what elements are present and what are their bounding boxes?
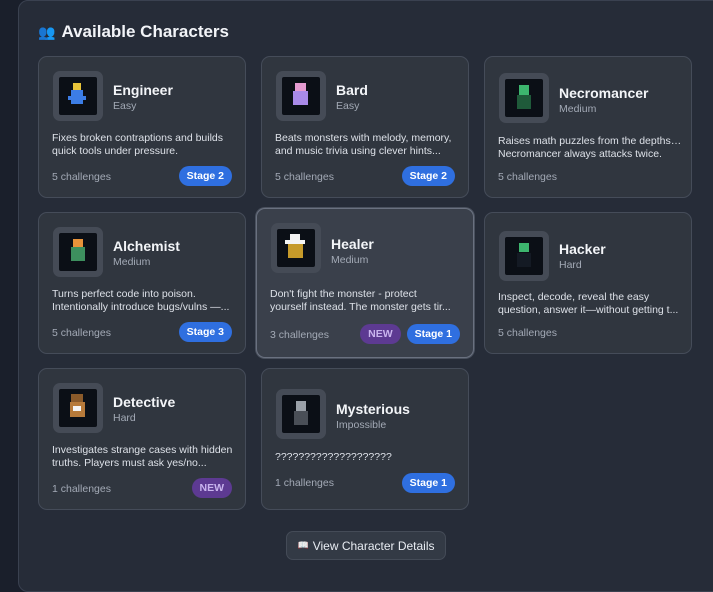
section-title: Available Characters (61, 22, 230, 41)
challenge-count: 1 challenges (275, 477, 334, 489)
character-name: Detective (113, 394, 176, 410)
section-header: 👥 Available Characters (38, 20, 229, 44)
character-description: ???????????????????? (275, 451, 392, 463)
mysterious-portrait (276, 389, 326, 439)
character-difficulty: Easy (113, 100, 137, 112)
stage-badge: Stage 1 (401, 473, 455, 493)
challenge-count: 5 challenges (52, 327, 111, 339)
character-card-healer[interactable]: Healer Medium Don't fight the monster - … (256, 208, 474, 358)
hacker-portrait (499, 231, 549, 281)
character-card-hacker[interactable]: Hacker Hard Inspect, decode, reveal the … (484, 212, 692, 354)
stage-badge: Stage 2 (401, 166, 455, 186)
character-description: Fixes broken contraptions and builds quic… (52, 132, 224, 157)
people-icon: 👥 (38, 23, 56, 40)
character-description: Investigates strange cases with hidden tr… (52, 444, 233, 469)
character-name: Healer (331, 236, 374, 252)
stage-badge: Stage 3 (178, 322, 232, 342)
character-name: Engineer (113, 82, 173, 98)
healer-portrait (271, 223, 321, 273)
character-description: Beats monsters with melody, memory, and m… (275, 132, 452, 157)
bard-portrait (276, 71, 326, 121)
character-name: Hacker (559, 241, 606, 257)
new-badge: NEW (191, 478, 232, 498)
challenge-count: 1 challenges (52, 483, 111, 495)
character-description: Turns perfect code into poison. Intention… (52, 288, 230, 313)
stage-badge: Stage 2 (178, 166, 232, 186)
character-name: Alchemist (113, 238, 180, 254)
character-name: Bard (336, 82, 368, 98)
character-card-engineer[interactable]: Engineer Easy Fixes broken contraptions … (38, 56, 246, 198)
view-character-details-label: View Character Details (312, 538, 435, 553)
character-difficulty: Medium (331, 254, 369, 266)
character-description: Raises math puzzles from the depths — Nec… (498, 135, 682, 160)
stage-badge: Stage 1 (406, 324, 460, 344)
character-card-detective[interactable]: Detective Hard Investigates strange case… (38, 368, 246, 510)
character-card-alchemist[interactable]: Alchemist Medium Turns perfect code into… (38, 212, 246, 354)
character-name: Mysterious (336, 401, 410, 417)
challenge-count: 3 challenges (270, 329, 329, 341)
challenge-count: 5 challenges (52, 171, 111, 183)
character-difficulty: Easy (336, 100, 360, 112)
character-card-necromancer[interactable]: Necromancer Medium Raises math puzzles f… (484, 56, 692, 198)
book-icon: 📖 (297, 540, 309, 550)
character-card-bard[interactable]: Bard Easy Beats monsters with melody, me… (261, 56, 469, 198)
character-difficulty: Medium (559, 103, 597, 115)
necromancer-portrait (499, 73, 549, 123)
challenge-count: 5 challenges (275, 171, 334, 183)
new-badge: NEW (360, 324, 401, 344)
alchemist-portrait (53, 227, 103, 277)
view-character-details-button[interactable]: 📖 View Character Details (286, 531, 446, 560)
detective-portrait (53, 383, 103, 433)
character-description: Don't fight the monster - protect yoursel… (270, 288, 451, 313)
challenge-count: 5 challenges (498, 327, 557, 339)
character-card-mysterious[interactable]: Mysterious Impossible ??????????????????… (261, 368, 469, 510)
character-difficulty: Hard (559, 259, 582, 271)
character-difficulty: Impossible (336, 419, 387, 431)
engineer-portrait (53, 71, 103, 121)
character-difficulty: Hard (113, 412, 136, 424)
challenge-count: 5 challenges (498, 171, 557, 183)
character-description: Inspect, decode, reveal the easy question… (498, 291, 679, 316)
character-name: Necromancer (559, 85, 649, 101)
character-difficulty: Medium (113, 256, 151, 268)
